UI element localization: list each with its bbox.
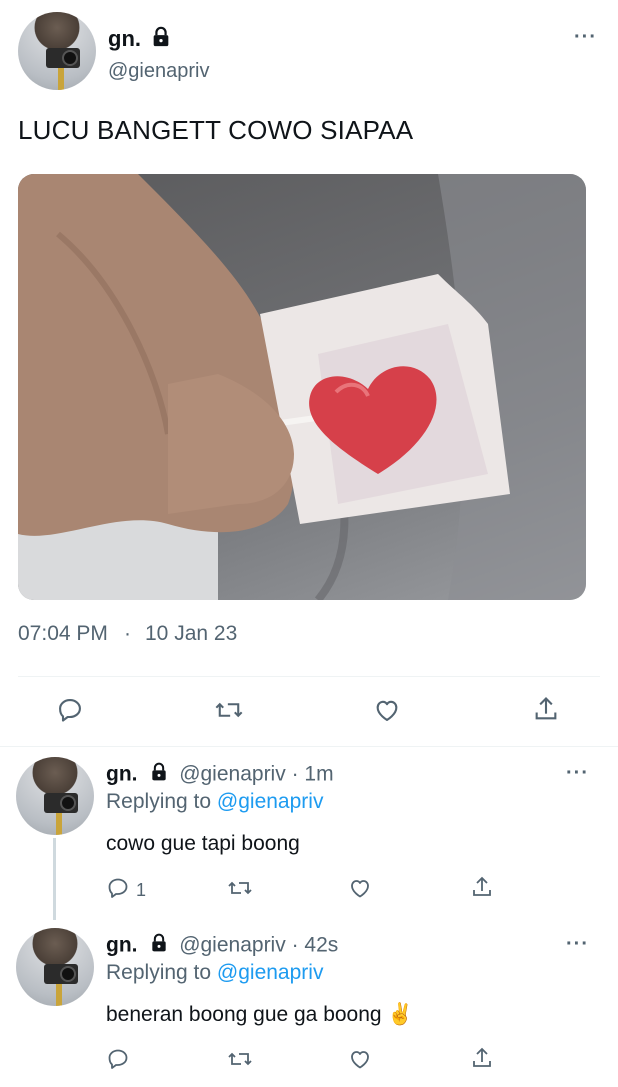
like-button[interactable] (348, 876, 372, 905)
like-button[interactable] (373, 696, 401, 729)
reply-button[interactable] (106, 1047, 130, 1076)
reply-button[interactable]: 1 (106, 876, 146, 905)
reply-button[interactable] (56, 696, 84, 729)
replying-prefix: Replying to (106, 790, 212, 813)
reply-text: cowo gue tapi boong (106, 832, 300, 855)
share-button[interactable] (470, 875, 494, 904)
reply-header: gn. @gienapriv · 42s (106, 933, 338, 959)
like-icon (373, 696, 401, 729)
lock-icon (149, 762, 169, 788)
time-separator: · (124, 622, 131, 645)
lock-icon (149, 933, 169, 959)
handle[interactable]: @gienapriv (179, 763, 286, 786)
replying-prefix: Replying to (106, 961, 212, 984)
retweet-icon (227, 1047, 253, 1076)
replying-to: Replying to @gienapriv (106, 961, 323, 985)
retweet-button[interactable] (227, 876, 253, 905)
handle[interactable]: @gienapriv (108, 60, 209, 83)
retweet-button[interactable] (214, 696, 244, 729)
thread-line (53, 838, 56, 920)
reply-text: beneran boong gue ga boong ✌️ (106, 1003, 414, 1026)
divider (0, 746, 618, 747)
tweet-date[interactable]: 10 Jan 23 (145, 622, 237, 646)
tweet-photo[interactable] (18, 174, 586, 600)
reply-header: gn. @gienapriv · 1m (106, 762, 334, 788)
more-icon[interactable]: ··· (566, 934, 589, 954)
more-icon[interactable]: ··· (574, 27, 597, 47)
reply-age[interactable]: · 1m (292, 763, 334, 786)
like-button[interactable] (348, 1047, 372, 1076)
retweet-icon (227, 876, 253, 905)
display-name[interactable]: gn. (108, 26, 141, 52)
reply-age[interactable]: · 42s (292, 934, 339, 957)
avatar[interactable] (16, 928, 94, 1006)
reply-icon (56, 696, 84, 729)
tweet-time[interactable]: 07:04 PM (18, 622, 108, 646)
tweet-text: LUCU BANGETT COWO SIAPAA (18, 115, 414, 145)
share-icon (470, 1046, 494, 1075)
display-name[interactable]: gn. (106, 763, 138, 786)
like-icon (348, 1047, 372, 1076)
share-button[interactable] (470, 1046, 494, 1075)
replying-handle-link[interactable]: @gienapriv (217, 790, 324, 813)
like-icon (348, 876, 372, 905)
handle[interactable]: @gienapriv (179, 934, 286, 957)
retweet-button[interactable] (227, 1047, 253, 1076)
share-icon (470, 875, 494, 904)
display-name[interactable]: gn. (106, 934, 138, 957)
replying-handle-link[interactable]: @gienapriv (217, 961, 324, 984)
avatar[interactable] (16, 757, 94, 835)
retweet-icon (214, 696, 244, 729)
more-icon[interactable]: ··· (566, 763, 589, 783)
divider (18, 676, 600, 677)
reply-icon (106, 1047, 130, 1076)
share-icon (532, 695, 560, 728)
share-button[interactable] (532, 695, 560, 728)
reply-icon (106, 876, 130, 905)
lock-icon (150, 26, 172, 53)
avatar[interactable] (18, 12, 96, 90)
replying-to: Replying to @gienapriv (106, 790, 323, 814)
reply-count: 1 (136, 880, 147, 900)
